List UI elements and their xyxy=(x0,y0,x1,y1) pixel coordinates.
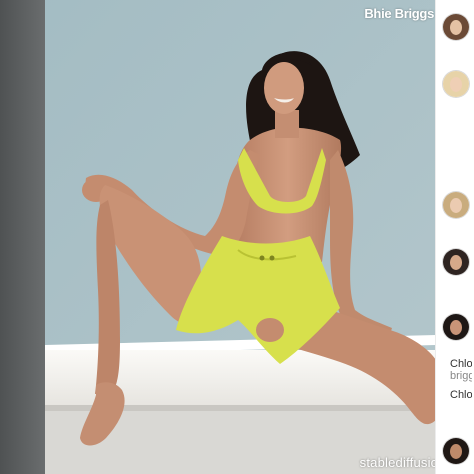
photo xyxy=(0,0,436,474)
related-image-avatar[interactable] xyxy=(443,438,469,464)
face xyxy=(264,62,304,114)
related-images-rail: Chlo brigg Chlo xyxy=(435,0,474,474)
related-image-avatar[interactable] xyxy=(443,14,469,40)
wall-panel xyxy=(0,0,45,474)
neck xyxy=(275,110,299,138)
related-label-line-2: brigg xyxy=(450,370,472,382)
avatar-face xyxy=(450,77,462,92)
right-hand xyxy=(256,318,284,342)
related-label-line-3[interactable]: Chlo xyxy=(450,389,472,401)
avatar-face xyxy=(450,444,462,459)
avatar-face xyxy=(450,20,462,35)
related-image-avatar[interactable] xyxy=(443,314,469,340)
image-caption: Bhie Briggs xyxy=(364,6,434,21)
related-image-avatar[interactable] xyxy=(443,71,469,97)
avatar-face xyxy=(450,255,462,270)
related-image-avatar[interactable] xyxy=(443,192,469,218)
avatar-face xyxy=(450,198,462,213)
avatar-face xyxy=(450,320,462,335)
related-label-line-1[interactable]: Chlo xyxy=(450,358,472,370)
related-image-avatar[interactable] xyxy=(443,249,469,275)
